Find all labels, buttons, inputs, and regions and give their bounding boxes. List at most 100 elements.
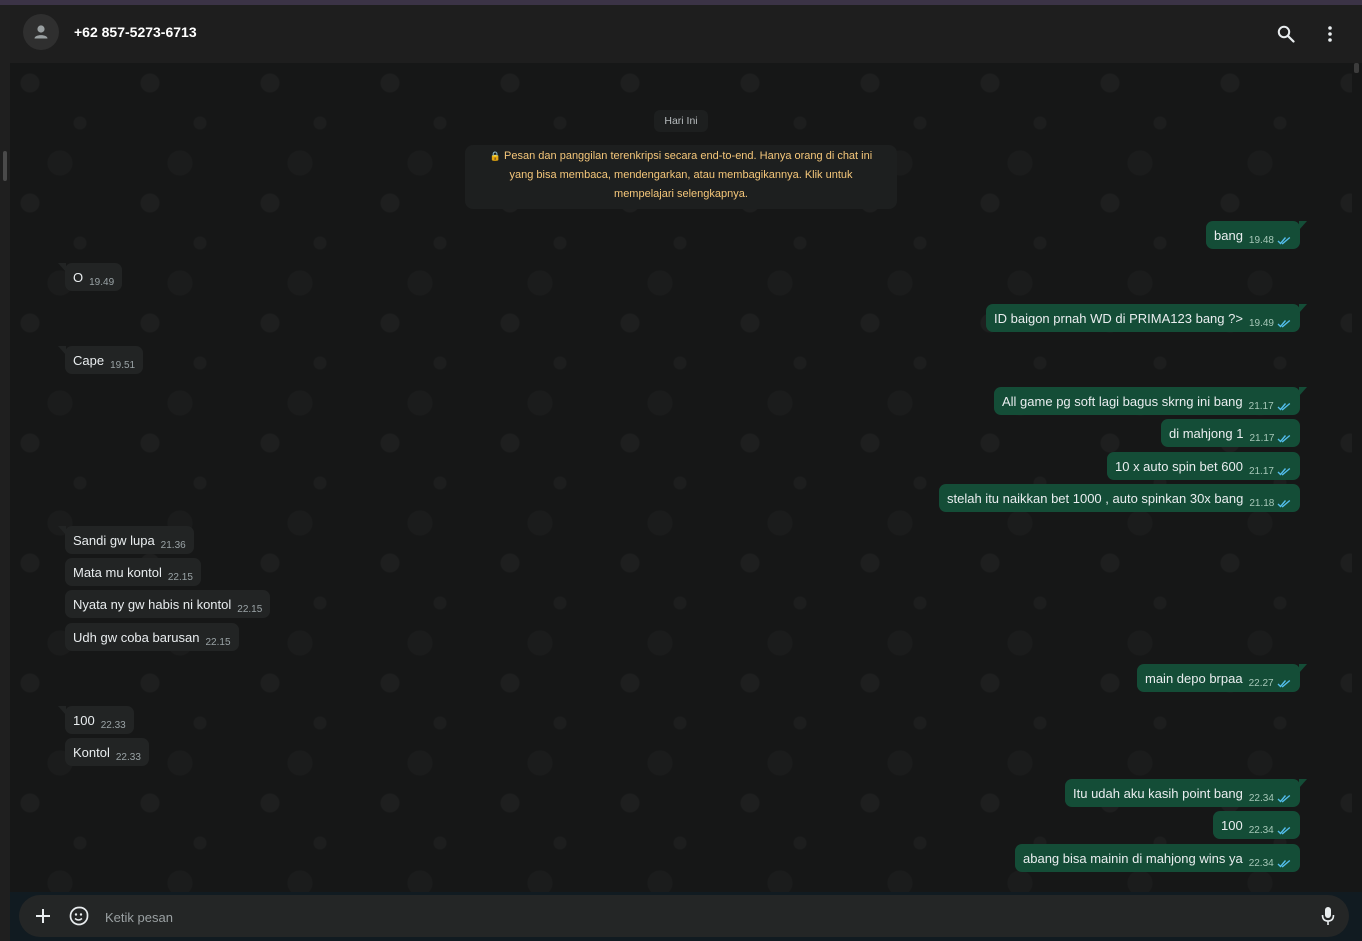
bubble-tail [1299,221,1307,230]
incoming-message[interactable]: Udh gw coba barusan 22.15 [65,623,239,651]
message-text: bang [1214,227,1243,243]
message-text: 100 [73,712,95,728]
message-text: All game pg soft lagi bagus skrng ini ba… [1002,393,1243,409]
message-time: 21.17 [1249,432,1275,444]
bubble-tail [58,526,66,535]
message-time: 22.27 [1248,677,1274,689]
read-receipt-icon [1277,464,1292,479]
message-text: 10 x auto spin bet 600 [1115,458,1243,474]
message-time: 22.33 [100,719,126,731]
message-text: Udh gw coba barusan [73,629,200,645]
voice-message-button[interactable] [1317,905,1339,927]
message-time: 19.49 [1248,317,1274,329]
message-text: Kontol [73,744,110,760]
message-time: 21.17 [1248,465,1274,477]
message-text: di mahjong 1 [1169,425,1244,441]
message-input[interactable] [103,901,1287,933]
sticker-icon [69,906,89,926]
bubble-tail [58,263,66,272]
read-receipt-icon [1277,316,1292,331]
encryption-notice-line3: mempelajari selengkapnya. [614,188,748,200]
message-text: Mata mu kontol [73,564,162,580]
date-separator: Hari Ini [654,110,708,132]
outgoing-message[interactable]: bang 19.48 [1206,221,1300,249]
outgoing-message[interactable]: abang bisa mainin di mahjong wins ya 22.3… [1015,844,1300,872]
outgoing-message[interactable]: Itu udah aku kasih point bang 22.34 [1065,779,1300,807]
message-time: 19.48 [1248,234,1274,246]
read-receipt-icon [1277,676,1292,691]
search-icon [1277,25,1295,43]
message-text: stelah itu naikkan bet 1000 , auto spink… [947,490,1244,506]
message-time: 19.49 [89,276,115,288]
incoming-message[interactable]: O 19.49 [65,263,123,291]
message-time: 22.15 [167,571,193,583]
message-text: 100 [1221,817,1243,833]
attach-button[interactable] [32,905,54,927]
bubble-tail [1299,304,1307,313]
message-time: 19.51 [110,359,136,371]
message-composer [19,895,1349,937]
message-time: 22.34 [1248,857,1274,869]
outgoing-message[interactable]: 100 22.34 [1213,811,1300,839]
incoming-message[interactable]: Kontol 22.33 [65,738,149,766]
contact-name[interactable]: +62 857-5273-6713 [74,24,197,40]
outgoing-message[interactable]: main depo brpaa 22.27 [1137,664,1300,692]
message-text: Nyata ny gw habis ni kontol [73,596,232,612]
message-time: 22.15 [205,636,231,648]
read-receipt-icon [1277,431,1292,446]
microphone-icon [1321,907,1335,925]
message-text: Sandi gw lupa [73,532,155,548]
left-scroll-gutter [0,5,10,941]
outgoing-message[interactable]: stelah itu naikkan bet 1000 , auto spink… [939,484,1301,512]
message-text: Itu udah aku kasih point bang [1073,785,1243,801]
incoming-message[interactable]: 100 22.33 [65,706,134,734]
message-text: O [73,269,84,285]
chat-scroll-thumb[interactable] [1354,63,1359,73]
message-time: 21.18 [1249,497,1275,509]
read-receipt-icon [1277,791,1292,806]
contact-avatar[interactable] [23,14,59,50]
message-time: 22.34 [1248,824,1274,836]
incoming-message[interactable]: Cape 19.51 [65,346,144,374]
message-text: main depo brpaa [1145,670,1243,686]
read-receipt-icon [1277,399,1292,414]
message-time: 22.33 [115,751,141,763]
bubble-tail [58,346,66,355]
left-scroll-thumb[interactable] [3,151,7,181]
read-receipt-icon [1277,496,1292,511]
incoming-message[interactable]: Sandi gw lupa 21.36 [65,526,194,554]
bubble-tail [1299,664,1307,673]
outgoing-message[interactable]: All game pg soft lagi bagus skrng ini ba… [994,387,1300,415]
incoming-message[interactable]: Nyata ny gw habis ni kontol 22.15 [65,590,271,618]
bubble-tail [58,706,66,715]
bubble-tail [1299,387,1307,396]
lock-icon: 🔒 [489,151,502,161]
read-receipt-icon [1277,856,1292,871]
encryption-notice-line2: yang bisa membaca, mendengarkan, atau me… [509,169,853,181]
incoming-message[interactable]: Mata mu kontol 22.15 [65,558,201,586]
chat-scrollbar[interactable] [1352,63,1362,892]
message-time: 22.34 [1248,792,1274,804]
outgoing-message[interactable]: 10 x auto spin bet 600 21.17 [1107,452,1300,480]
sticker-button[interactable] [68,905,90,927]
plus-icon [36,909,50,923]
menu-button[interactable] [1319,23,1341,45]
encryption-notice[interactable]: 🔒 Pesan dan panggilan terenkripsi secara … [465,145,897,209]
message-time: 21.36 [160,539,186,551]
message-list[interactable]: Hari Ini 🔒 Pesan dan panggilan terenkrips… [10,63,1352,892]
encryption-notice-line1: Pesan dan panggilan terenkripsi secara e… [504,150,873,162]
message-time: 22.15 [237,603,263,615]
bubble-tail [1299,779,1307,788]
message-text: Cape [73,352,105,368]
message-text: abang bisa mainin di mahjong wins ya [1023,850,1243,866]
outgoing-message[interactable]: di mahjong 1 21.17 [1161,419,1301,447]
read-receipt-icon [1277,233,1292,248]
person-icon [34,25,48,39]
read-receipt-icon [1277,823,1292,838]
more-vertical-icon [1328,26,1332,42]
search-button[interactable] [1275,23,1297,45]
outgoing-message[interactable]: ID baigon prnah WD di PRIMA123 bang ?> 19… [986,304,1300,332]
message-text: ID baigon prnah WD di PRIMA123 bang ?> [994,310,1243,326]
chat-header: +62 857-5273-6713 [10,5,1362,63]
message-time: 21.17 [1248,400,1274,412]
